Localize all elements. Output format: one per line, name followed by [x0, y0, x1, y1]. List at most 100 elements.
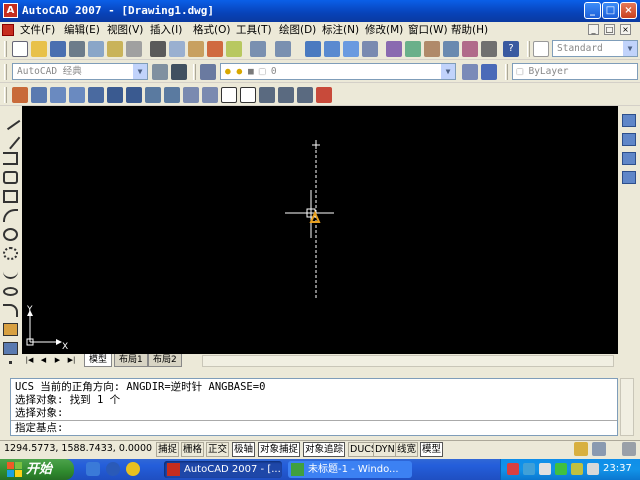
workspace-save-icon[interactable] [171, 64, 187, 80]
menu-dimension[interactable]: 标注(N) [322, 23, 359, 37]
prev-tab-icon[interactable]: ◀ [38, 355, 49, 366]
menu-edit[interactable]: 编辑(E) [64, 23, 100, 37]
command-window[interactable]: UCS 当前的正角方向: ANGDIR=逆时针 ANGBASE=0 选择对象: … [10, 378, 618, 436]
block-editor-icon[interactable] [226, 41, 242, 57]
undo-icon[interactable] [250, 41, 266, 57]
copy-object-icon[interactable] [31, 87, 47, 103]
layer-previous-icon[interactable] [481, 64, 497, 80]
tool-icon-1[interactable] [622, 114, 636, 127]
lineweight-toggle[interactable]: 线宽 [395, 442, 419, 457]
doc-restore-button[interactable]: □ [604, 24, 615, 35]
line-tool-icon[interactable] [0, 110, 21, 131]
toolbar-grip[interactable] [4, 87, 7, 103]
text-style-select[interactable]: Standard ▼ [552, 40, 638, 57]
mirror-icon[interactable] [50, 87, 66, 103]
color-select[interactable]: ■ ByLayer [512, 63, 638, 80]
layer-manager-icon[interactable] [200, 64, 216, 80]
polyline-icon[interactable] [3, 152, 18, 165]
insert-block-icon[interactable] [3, 323, 18, 336]
construction-line-icon[interactable] [0, 129, 21, 150]
explode-icon[interactable] [316, 87, 332, 103]
taskbar-autocad[interactable]: AutoCAD 2007 - [... [164, 461, 282, 478]
revision-cloud-icon[interactable] [3, 247, 18, 260]
polygon-icon[interactable] [3, 171, 18, 184]
toolbar-grip[interactable] [193, 64, 196, 80]
toolbar-grip[interactable] [4, 64, 7, 80]
trim-icon[interactable] [183, 87, 199, 103]
start-button[interactable]: 开始 [0, 459, 74, 480]
join-icon[interactable] [259, 87, 275, 103]
maximize-button[interactable]: □ [602, 2, 619, 19]
tool-icon-2[interactable] [622, 133, 636, 146]
save-icon[interactable] [50, 41, 66, 57]
clean-screen-icon[interactable] [622, 442, 636, 456]
layer-select[interactable]: ● ● ■ ■ 0 ▼ [220, 63, 456, 80]
chamfer-icon[interactable] [278, 87, 294, 103]
first-tab-icon[interactable]: |◀ [24, 355, 35, 366]
grid-toggle[interactable]: 栅格 [181, 442, 205, 457]
doc-minimize-button[interactable]: _ [588, 24, 599, 35]
tab-layout1[interactable]: 布局1 [114, 354, 148, 367]
3d-dwf-icon[interactable] [126, 41, 142, 57]
tray-icon-2[interactable] [523, 463, 535, 475]
markup-icon[interactable] [462, 41, 478, 57]
drawing-canvas[interactable]: Y X [22, 106, 618, 354]
circle-icon[interactable] [3, 228, 18, 241]
publish-icon[interactable] [107, 41, 123, 57]
toolbar-grip[interactable] [4, 41, 7, 57]
tool-icon-4[interactable] [622, 171, 636, 184]
menu-tools[interactable]: 工具(T) [236, 23, 272, 37]
communication-center-icon[interactable] [574, 442, 588, 456]
toolbar-grip[interactable] [527, 41, 530, 57]
move-icon[interactable] [107, 87, 123, 103]
zoom-realtime-icon[interactable] [324, 41, 340, 57]
array-icon[interactable] [88, 87, 104, 103]
offset-icon[interactable] [69, 87, 85, 103]
ie-icon[interactable] [86, 462, 100, 476]
make-block-icon[interactable] [3, 342, 18, 355]
paste-icon[interactable] [188, 41, 204, 57]
menu-file[interactable]: 文件(F) [20, 23, 55, 37]
close-button[interactable]: × [620, 2, 637, 19]
stretch-icon[interactable] [164, 87, 180, 103]
tray-icon-5[interactable] [571, 463, 583, 475]
volume-icon[interactable] [587, 463, 599, 475]
fillet-icon[interactable] [297, 87, 313, 103]
spline-icon[interactable] [3, 266, 18, 279]
tray-icon-4[interactable] [555, 463, 567, 475]
text-style-icon[interactable] [533, 41, 549, 57]
coordinate-readout[interactable]: 1294.5773, 1588.7433, 0.0000 [4, 443, 152, 454]
pan-icon[interactable] [305, 41, 321, 57]
properties-icon[interactable] [386, 41, 402, 57]
ortho-toggle[interactable]: 正交 [206, 442, 230, 457]
osnap-toggle[interactable]: 对象捕捉 [258, 442, 301, 457]
next-tab-icon[interactable]: ▶ [52, 355, 63, 366]
extend-icon[interactable] [202, 87, 218, 103]
tray-icon-3[interactable] [539, 463, 551, 475]
break-icon[interactable] [240, 87, 256, 103]
otrack-toggle[interactable]: 对象追踪 [303, 442, 346, 457]
zoom-window-icon[interactable] [343, 41, 359, 57]
doc-close-button[interactable]: × [620, 24, 631, 35]
lock-icon[interactable] [592, 442, 606, 456]
tab-model[interactable]: 模型 [84, 354, 113, 367]
help-icon[interactable]: ? [503, 41, 519, 57]
menu-insert[interactable]: 插入(I) [150, 23, 182, 37]
taskbar-paint[interactable]: 未标题-1 - Windo... [288, 461, 412, 478]
workspace-select[interactable]: AutoCAD 经典 ▼ [12, 63, 148, 80]
document-icon[interactable] [2, 24, 14, 36]
cut-icon[interactable] [150, 41, 166, 57]
design-center-icon[interactable] [405, 41, 421, 57]
scale-icon[interactable] [145, 87, 161, 103]
toolbar-grip[interactable] [505, 64, 508, 80]
tool-palettes-icon[interactable] [424, 41, 440, 57]
print-icon[interactable] [69, 41, 85, 57]
menu-format[interactable]: 格式(O) [193, 23, 230, 37]
tray-icon-1[interactable] [507, 463, 519, 475]
workspace-settings-icon[interactable] [152, 64, 168, 80]
ellipse-arc-icon[interactable] [3, 304, 18, 317]
last-tab-icon[interactable]: ▶| [66, 355, 77, 366]
menu-help[interactable]: 帮助(H) [451, 23, 488, 37]
minimize-button[interactable]: _ [584, 2, 601, 19]
make-current-layer-icon[interactable] [462, 64, 478, 80]
